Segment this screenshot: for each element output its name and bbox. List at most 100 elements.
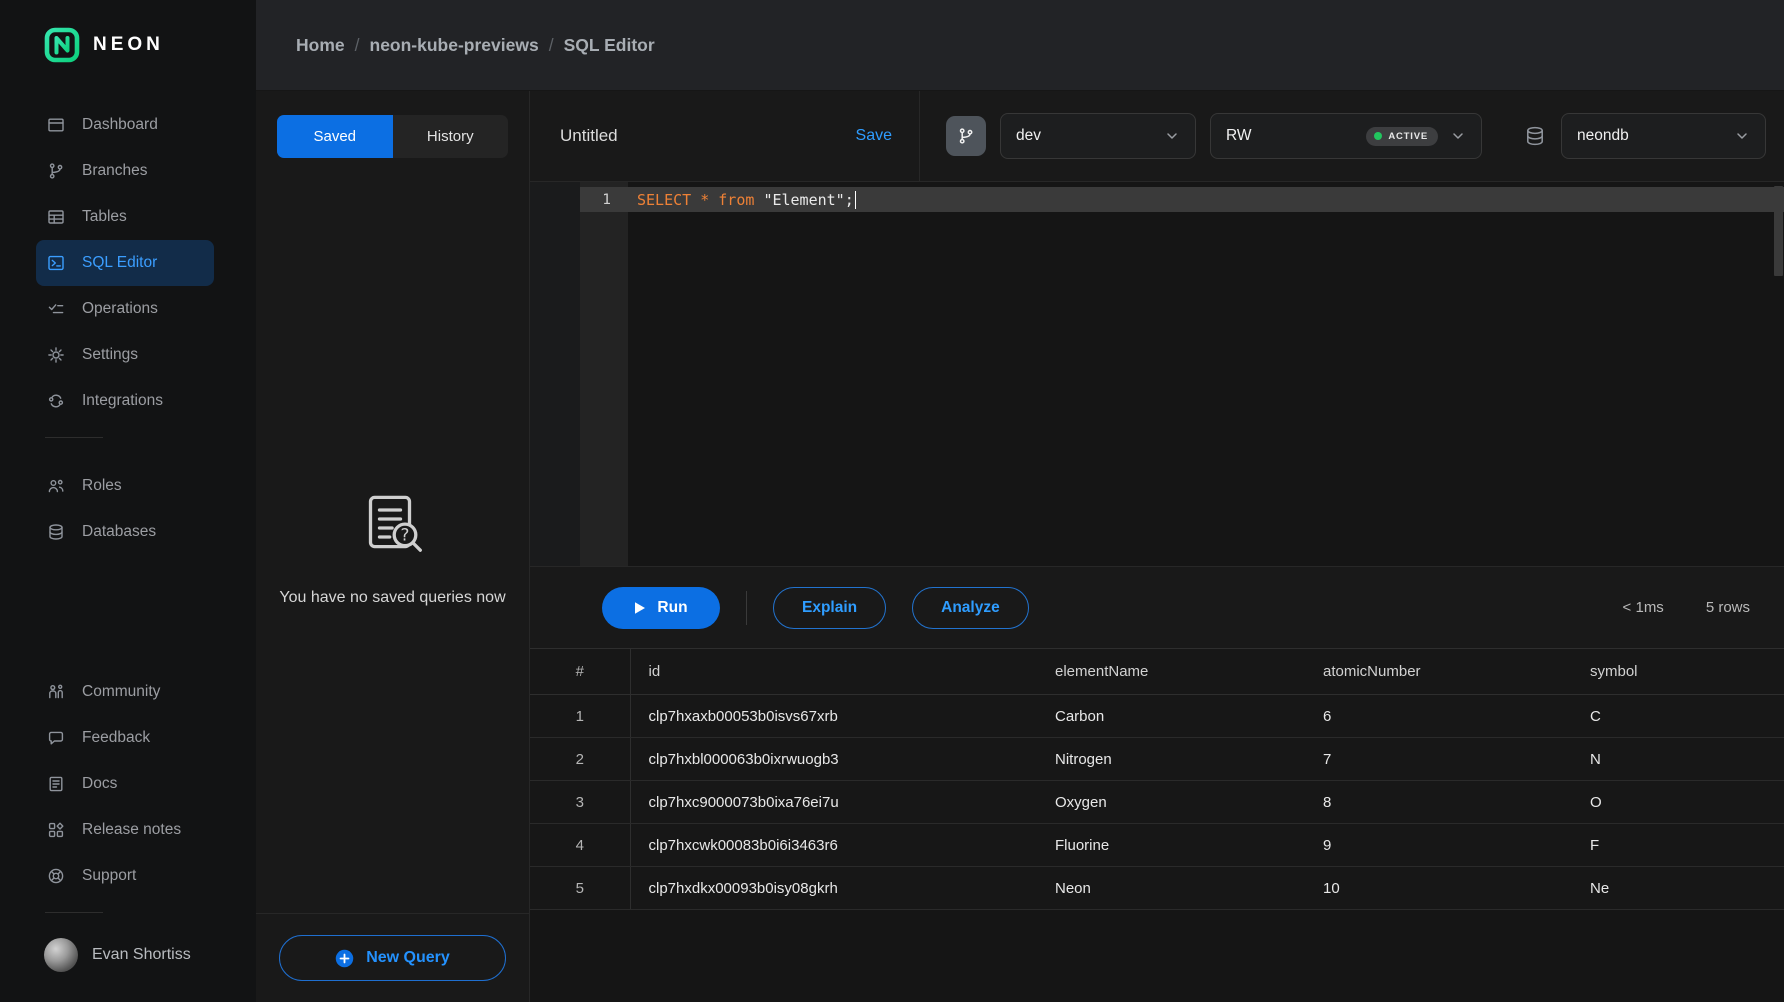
text-cursor bbox=[855, 191, 857, 209]
svg-text:?: ? bbox=[400, 524, 409, 544]
table-cell: clp7hxdkx00093b0isy08gkrh bbox=[630, 867, 1055, 910]
sidebar-item-support[interactable]: Support bbox=[36, 853, 214, 899]
saved-queries-panel: Saved History ? You have no saved querie… bbox=[256, 91, 530, 1002]
editor-scrollbar-thumb[interactable] bbox=[1774, 186, 1783, 276]
sidebar-item-operations[interactable]: Operations bbox=[36, 286, 214, 332]
new-query-button[interactable]: New Query bbox=[279, 935, 506, 981]
query-title[interactable]: Untitled bbox=[560, 126, 618, 146]
saved-panel-toolbar: Saved History bbox=[256, 91, 529, 182]
brand-logo[interactable]: NEON bbox=[0, 0, 256, 90]
branch-select[interactable]: dev bbox=[1000, 113, 1196, 159]
sidebar-item-label: Feedback bbox=[82, 729, 150, 747]
active-status-label: ACTIVE bbox=[1388, 131, 1428, 142]
table-cell: 6 bbox=[1323, 695, 1590, 738]
branch-tree-button[interactable] bbox=[946, 116, 986, 156]
sidebar-item-branches[interactable]: Branches bbox=[36, 148, 214, 194]
branch-select-value: dev bbox=[1016, 127, 1152, 145]
run-button[interactable]: Run bbox=[602, 587, 720, 629]
table-cell: clp7hxaxb00053b0isvs67xrb bbox=[630, 695, 1055, 738]
dashboard-icon bbox=[46, 115, 66, 135]
sidebar-item-docs[interactable]: Docs bbox=[36, 761, 214, 807]
table-cell: clp7hxc9000073b0ixa76ei7u bbox=[630, 781, 1055, 824]
sidebar-spacer bbox=[0, 555, 256, 657]
table-row[interactable]: 5clp7hxdkx00093b0isy08gkrhNeon10Ne bbox=[530, 867, 1784, 910]
sidebar-item-dashboard[interactable]: Dashboard bbox=[36, 102, 214, 148]
sidebar-item-label: Tables bbox=[82, 208, 127, 226]
sql-text bbox=[691, 191, 700, 209]
explain-button[interactable]: Explain bbox=[773, 587, 886, 629]
tab-history[interactable]: History bbox=[393, 115, 509, 158]
table-row[interactable]: 2clp7hxbl000063b0ixrwuogb3Nitrogen7N bbox=[530, 738, 1784, 781]
compute-select-value: RW bbox=[1226, 127, 1354, 145]
chevron-down-icon bbox=[1450, 128, 1466, 144]
editor-gutter bbox=[580, 182, 628, 566]
database-icon bbox=[46, 522, 66, 542]
breadcrumb-current: SQL Editor bbox=[564, 35, 655, 56]
code-editor[interactable]: 1 SELECT * from "Element"; bbox=[530, 182, 1784, 567]
column-header-id[interactable]: id bbox=[630, 649, 1055, 695]
database-select-group: neondb bbox=[1523, 113, 1766, 159]
sidebar-item-release-notes[interactable]: Release notes bbox=[36, 807, 214, 853]
breadcrumb-project[interactable]: neon-kube-previews bbox=[370, 35, 539, 56]
git-branch-icon bbox=[46, 161, 66, 181]
sidebar-item-label: Docs bbox=[82, 775, 117, 793]
sidebar-item-label: Release notes bbox=[82, 821, 181, 839]
sidebar-item-settings[interactable]: Settings bbox=[36, 332, 214, 378]
column-header-symbol[interactable]: symbol bbox=[1590, 649, 1784, 695]
editor-body[interactable]: 1 SELECT * from "Element"; bbox=[580, 182, 1784, 566]
release-notes-icon bbox=[46, 820, 66, 840]
editor-controls: dev RW ACTIVE bbox=[920, 91, 1784, 181]
actions-divider bbox=[746, 591, 747, 625]
table-row[interactable]: 1clp7hxaxb00053b0isvs67xrbCarbon6C bbox=[530, 695, 1784, 738]
sidebar-item-roles[interactable]: Roles bbox=[36, 463, 214, 509]
app-window: NEON Dashboard Branches Tables bbox=[0, 0, 1784, 1002]
row-index-cell: 1 bbox=[530, 695, 630, 738]
column-header-atomicnumber[interactable]: atomicNumber bbox=[1323, 649, 1590, 695]
git-branch-icon bbox=[956, 126, 976, 146]
plus-circle-icon bbox=[335, 949, 354, 968]
save-link[interactable]: Save bbox=[856, 127, 892, 145]
header-row: # id elementName atomicNumber symbol bbox=[530, 649, 1784, 695]
table-cell: 9 bbox=[1323, 824, 1590, 867]
row-index-cell: 4 bbox=[530, 824, 630, 867]
compute-select[interactable]: RW ACTIVE bbox=[1210, 113, 1482, 159]
sidebar-item-integrations[interactable]: Integrations bbox=[36, 378, 214, 424]
sidebar-item-tables[interactable]: Tables bbox=[36, 194, 214, 240]
query-actions-bar: Run Explain Analyze < 1ms 5 rows bbox=[530, 567, 1784, 648]
sidebar-item-sql-editor[interactable]: SQL Editor bbox=[36, 240, 214, 286]
sidebar-item-feedback[interactable]: Feedback bbox=[36, 715, 214, 761]
database-icon bbox=[1523, 124, 1547, 148]
column-header-index[interactable]: # bbox=[530, 649, 630, 695]
code-line-current[interactable]: 1 SELECT * from "Element"; bbox=[580, 187, 1784, 212]
table-cell: Fluorine bbox=[1055, 824, 1323, 867]
play-icon bbox=[634, 601, 646, 615]
table-row[interactable]: 4clp7hxcwk00083b0i6i3463r6Fluorine9F bbox=[530, 824, 1784, 867]
integrations-icon bbox=[46, 391, 66, 411]
breadcrumb-home[interactable]: Home bbox=[296, 35, 345, 56]
active-status-dot bbox=[1374, 132, 1382, 140]
table-row[interactable]: 3clp7hxc9000073b0ixa76ei7uOxygen8O bbox=[530, 781, 1784, 824]
sidebar-item-label: Operations bbox=[82, 300, 158, 318]
table-cell: 10 bbox=[1323, 867, 1590, 910]
database-select-value: neondb bbox=[1577, 127, 1722, 145]
tab-saved[interactable]: Saved bbox=[277, 115, 393, 158]
table-cell: Neon bbox=[1055, 867, 1323, 910]
user-menu[interactable]: Evan Shortiss bbox=[0, 926, 256, 984]
sidebar-item-databases[interactable]: Databases bbox=[36, 509, 214, 555]
row-index-cell: 3 bbox=[530, 781, 630, 824]
community-icon bbox=[46, 682, 66, 702]
lifebuoy-icon bbox=[46, 866, 66, 886]
saved-history-tabs: Saved History bbox=[277, 115, 508, 158]
breadcrumb: Home / neon-kube-previews / SQL Editor bbox=[296, 35, 655, 56]
analyze-button[interactable]: Analyze bbox=[912, 587, 1029, 629]
results-table-body: 1clp7hxaxb00053b0isvs67xrbCarbon6C2clp7h… bbox=[530, 695, 1784, 910]
table-cell: 8 bbox=[1323, 781, 1590, 824]
run-label: Run bbox=[657, 599, 687, 617]
empty-state: ? You have no saved queries now bbox=[256, 182, 529, 913]
sidebar-divider bbox=[45, 912, 103, 913]
sql-text bbox=[709, 191, 718, 209]
column-header-elementname[interactable]: elementName bbox=[1055, 649, 1323, 695]
line-number: 1 bbox=[580, 192, 628, 208]
sidebar-item-community[interactable]: Community bbox=[36, 669, 214, 715]
database-select[interactable]: neondb bbox=[1561, 113, 1766, 159]
